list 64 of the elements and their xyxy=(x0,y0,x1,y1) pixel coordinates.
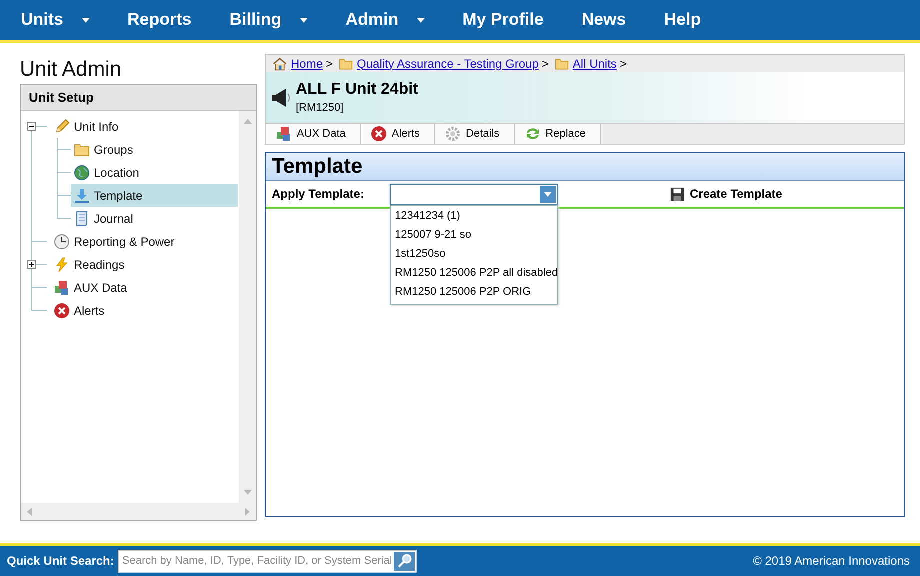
caret-icon[interactable] xyxy=(82,18,90,22)
toolbar-button[interactable]: AUX Data xyxy=(266,124,361,144)
tree-item[interactable]: Location xyxy=(71,161,144,184)
panel-header: Unit Setup xyxy=(21,85,256,111)
unit-id: [RM1250] xyxy=(296,102,345,114)
cubes-icon xyxy=(54,280,70,296)
expander-icon[interactable] xyxy=(27,260,36,269)
section-title: Template xyxy=(266,153,904,181)
create-template-button[interactable]: Create Template xyxy=(670,186,782,202)
home-icon xyxy=(272,56,288,70)
save-icon xyxy=(670,186,685,202)
pencil-icon xyxy=(54,118,70,134)
scroll-icon xyxy=(74,210,90,226)
toolbar-button[interactable]: Details xyxy=(435,124,515,144)
nav-item[interactable]: Help xyxy=(664,10,702,30)
folder-icon xyxy=(74,142,90,158)
search-field[interactable]: Search by Name, ID, Type, Facility ID, or System Serial xyxy=(118,550,418,572)
toolbar-button[interactable]: Alerts xyxy=(360,124,436,144)
field-label: Apply Template: xyxy=(272,187,366,201)
toolbar-button[interactable]: Replace xyxy=(514,124,602,144)
tree-item[interactable]: Groups xyxy=(71,138,138,161)
nav-item[interactable]: Admin xyxy=(346,10,425,30)
globe-icon xyxy=(74,164,90,180)
nav-item[interactable]: Reports xyxy=(128,10,192,30)
nav-item[interactable]: Billing xyxy=(230,10,308,30)
page-title: Unit Admin xyxy=(20,58,123,82)
caret-icon[interactable] xyxy=(416,18,425,22)
clock-icon xyxy=(54,234,70,250)
tree-item[interactable]: Template xyxy=(71,184,238,207)
dropdown-option[interactable]: 125007 9-21 so xyxy=(391,226,557,244)
breadcrumb-link[interactable]: Home xyxy=(291,56,324,70)
template-dropdown[interactable] xyxy=(390,184,558,204)
tree-item[interactable]: Journal xyxy=(71,207,138,230)
breadcrumb-separator: > xyxy=(326,56,334,70)
dropdown-option[interactable]: RM1250 125006 P2P ORIG xyxy=(391,282,557,302)
cubes-icon xyxy=(276,126,292,142)
caret-icon[interactable] xyxy=(544,192,552,196)
tree-item[interactable]: Readings xyxy=(51,253,129,276)
tree-item[interactable]: Unit Info xyxy=(51,115,123,138)
dropdown-option[interactable]: RM1250 125006 P2P all disabled xyxy=(391,264,557,282)
dropdown-option[interactable]: 1st1250so xyxy=(391,244,557,264)
breadcrumb-link[interactable]: Quality Assurance - Testing Group xyxy=(357,56,539,70)
breadcrumb-separator: > xyxy=(620,56,627,70)
alert-icon xyxy=(54,302,70,318)
copyright-text: © 2019 American Innovations xyxy=(753,554,910,568)
search-icon[interactable] xyxy=(394,552,416,570)
nav-item[interactable]: My Profile xyxy=(462,10,544,30)
tree-item[interactable]: Reporting & Power xyxy=(51,230,179,253)
expander-icon[interactable] xyxy=(27,122,36,131)
bolt-icon xyxy=(54,256,70,272)
search-label: Quick Unit Search: xyxy=(7,554,114,568)
breadcrumb-link[interactable]: All Units xyxy=(572,56,617,70)
tree-item[interactable]: AUX Data xyxy=(51,276,132,299)
refresh-icon xyxy=(524,126,541,142)
dropdown-option[interactable]: 12341234 (1) xyxy=(391,206,557,226)
download-icon xyxy=(74,188,90,204)
unit-name: ALL F Unit 24bit xyxy=(296,81,418,99)
breadcrumb-separator: > xyxy=(542,56,549,70)
alert-icon xyxy=(370,126,387,142)
caret-icon[interactable] xyxy=(300,18,308,22)
tree-item[interactable]: Alerts xyxy=(51,299,109,322)
nav-item[interactable]: Units xyxy=(21,10,90,30)
gear-icon xyxy=(445,126,462,142)
nav-item[interactable]: News xyxy=(582,10,626,30)
